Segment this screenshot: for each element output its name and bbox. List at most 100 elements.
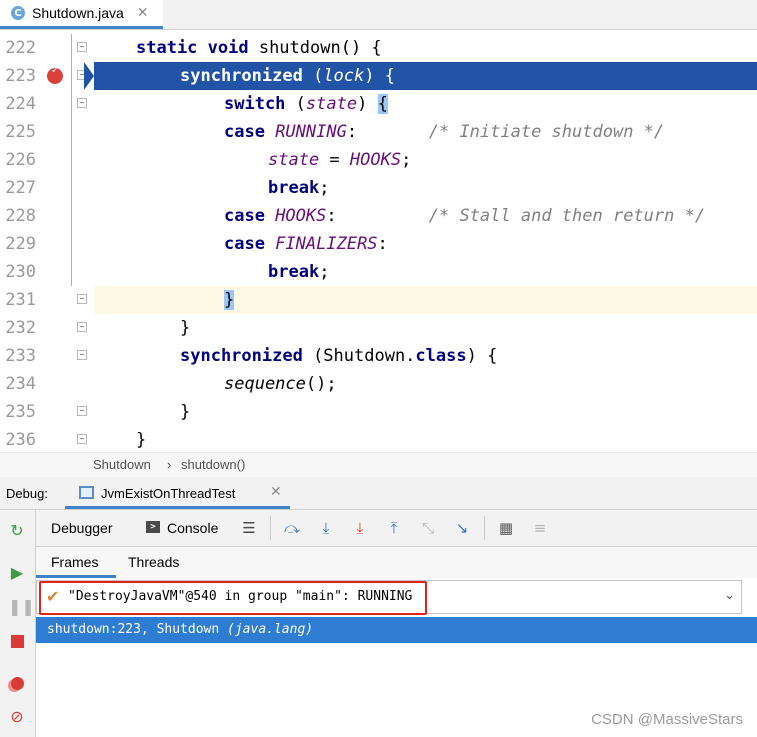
close-session-icon[interactable]: ✕	[270, 484, 282, 500]
code-text: }	[180, 402, 191, 422]
watermark: CSDN @MassiveStars	[591, 711, 743, 728]
code-text: synchronized (Shutdown.class) {	[180, 346, 498, 366]
force-step-into-icon[interactable]: ⤓	[350, 518, 370, 538]
line-number: 234	[5, 374, 36, 394]
stack-frame-row[interactable]: shutdown:223, Shutdown (java.lang)	[36, 617, 757, 643]
tab-frames-label: Frames	[51, 554, 99, 570]
run-config-icon	[79, 486, 94, 499]
fold-marker-icon[interactable]	[77, 322, 87, 332]
highlight-annotation-box	[39, 581, 427, 615]
step-out-icon[interactable]: ⤒	[384, 518, 404, 538]
code-text: sequence();	[224, 374, 337, 394]
debug-side-toolbar: ↻ ▶ ❚❚ ⊘	[0, 510, 36, 737]
breakpoint-icon[interactable]	[47, 65, 63, 84]
line-number: 235	[5, 402, 36, 422]
evaluate-icon[interactable]: ▦	[496, 518, 516, 538]
line-number: 230	[5, 262, 36, 282]
close-tab-icon[interactable]: ✕	[137, 5, 149, 21]
editor-tab-label: Shutdown.java	[32, 5, 124, 21]
rerun-icon[interactable]: ↻	[8, 522, 26, 540]
code-line[interactable]: 231}	[0, 286, 757, 314]
debug-session-label: JvmExistOnThreadTest	[101, 486, 236, 501]
fold-marker-icon[interactable]	[77, 434, 87, 444]
breadcrumb-class[interactable]: Shutdown	[93, 457, 151, 472]
line-number: 227	[5, 178, 36, 198]
line-number: 229	[5, 234, 36, 254]
step-over-icon[interactable]: ⤼	[282, 518, 302, 538]
breadcrumb-separator: ›	[167, 457, 172, 472]
code-line[interactable]: 222 static void shutdown() {	[0, 34, 757, 62]
code-text: case HOOKS: /* Stall and then return */	[224, 206, 706, 226]
code-line[interactable]: 236}	[0, 426, 757, 452]
line-number: 226	[5, 150, 36, 170]
line-number: 231	[5, 290, 36, 310]
code-text: break;	[268, 262, 330, 282]
execution-point-icon	[84, 62, 94, 90]
stack-frame-label: shutdown:223, Shutdown (java.lang)	[47, 622, 314, 637]
code-line[interactable]: 227 break;	[0, 174, 757, 202]
step-into-icon[interactable]: ⤓	[316, 518, 336, 538]
breadcrumb: Shutdown › shutdown()	[0, 452, 757, 478]
line-number: 232	[5, 318, 36, 338]
breadcrumb-method[interactable]: shutdown()	[181, 457, 245, 472]
code-text: }	[136, 430, 147, 450]
line-number: 224	[5, 94, 36, 114]
console-icon: >	[146, 521, 160, 533]
code-line[interactable]: 230 break;	[0, 258, 757, 286]
editor-tab-shutdown-java[interactable]: C Shutdown.java ✕	[0, 0, 163, 29]
debug-session-tab[interactable]: JvmExistOnThreadTest ✕	[65, 477, 290, 509]
code-line[interactable]: 224 switch (state) {	[0, 90, 757, 118]
code-line[interactable]: 232}	[0, 314, 757, 342]
code-line[interactable]: 226 state = HOOKS;	[0, 146, 757, 174]
frames-threads-tabs: Frames Threads	[36, 547, 757, 578]
code-text: case RUNNING: /* Initiate shutdown */	[224, 122, 665, 142]
fold-marker-icon[interactable]	[77, 42, 87, 52]
tab-debugger[interactable]: Debugger	[51, 520, 113, 536]
list-icon[interactable]: ☰	[239, 518, 259, 538]
code-line[interactable]: 225 case RUNNING: /* Initiate shutdown */	[0, 118, 757, 146]
line-number: 223	[5, 66, 36, 86]
tab-threads[interactable]: Threads	[128, 554, 179, 570]
trace-icon[interactable]: ≡	[530, 518, 550, 538]
mute-breakpoints-icon[interactable]: ⊘	[8, 708, 26, 726]
run-to-cursor-icon[interactable]: ↘	[452, 518, 472, 538]
code-line[interactable]: 234 sequence();	[0, 370, 757, 398]
code-text: }	[180, 318, 191, 338]
view-breakpoints-icon[interactable]	[8, 674, 26, 692]
chevron-down-icon[interactable]: ⌄	[724, 588, 735, 603]
line-number: 236	[5, 430, 36, 450]
code-text: state = HOOKS;	[268, 150, 412, 170]
code-line[interactable]: 233 synchronized (Shutdown.class) {	[0, 342, 757, 370]
pause-icon[interactable]: ❚❚	[8, 598, 35, 616]
toolbar-separator	[270, 516, 271, 540]
code-line[interactable]: 223 synchronized (lock) {	[0, 62, 757, 90]
editor-tab-bar: C Shutdown.java ✕	[0, 0, 757, 30]
code-text: break;	[268, 178, 330, 198]
fold-marker-icon[interactable]	[77, 350, 87, 360]
fold-marker-icon[interactable]	[77, 294, 87, 304]
fold-marker-icon[interactable]	[77, 406, 87, 416]
gutter-divider	[71, 34, 72, 286]
debug-tool-window-header: Debug: JvmExistOnThreadTest ✕	[0, 477, 757, 510]
code-text: synchronized (lock) {	[180, 66, 395, 86]
resume-icon[interactable]: ▶	[8, 564, 26, 582]
stop-icon[interactable]	[8, 632, 26, 650]
code-text: case FINALIZERS:	[224, 234, 388, 254]
tab-console[interactable]: Console	[167, 520, 218, 536]
code-line[interactable]: 235}	[0, 398, 757, 426]
code-text: }	[224, 290, 235, 310]
line-number: 228	[5, 206, 36, 226]
java-class-icon: C	[11, 6, 25, 20]
debugger-toolbar: Debugger > Console ☰ ⤼ ⤓ ⤓ ⤒ ⤡ ↘ ▦ ≡	[36, 510, 757, 547]
code-editor[interactable]: 222 static void shutdown() { 223 synchroniz…	[0, 34, 757, 452]
line-number: 225	[5, 122, 36, 142]
debug-label: Debug:	[6, 486, 48, 501]
tab-frames[interactable]: Frames	[36, 547, 116, 578]
code-line[interactable]: 229 case FINALIZERS:	[0, 230, 757, 258]
code-line[interactable]: 228 case HOOKS: /* Stall and then return …	[0, 202, 757, 230]
code-text: static void shutdown() {	[136, 38, 382, 58]
fold-marker-icon[interactable]	[77, 98, 87, 108]
drop-frame-icon[interactable]: ⤡	[418, 518, 438, 538]
line-number: 222	[5, 38, 36, 58]
line-number: 233	[5, 346, 36, 366]
